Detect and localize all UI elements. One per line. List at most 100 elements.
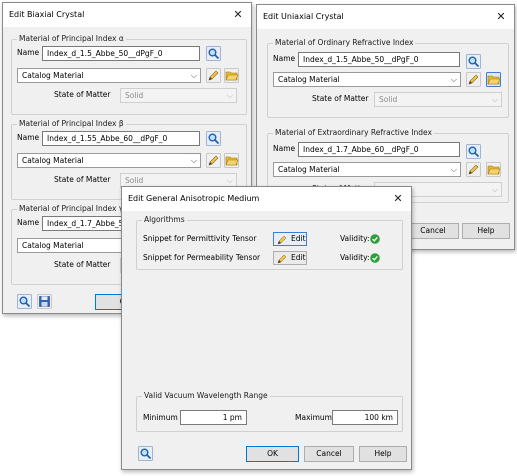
edit-button[interactable]: [206, 68, 221, 83]
state-of-matter-combo: Solid ⌵: [374, 92, 502, 107]
catalog-combo-value: Catalog Material: [278, 165, 340, 174]
search-button[interactable]: [138, 446, 153, 461]
chevron-down-icon: ⌵: [190, 71, 197, 80]
name-label: Name: [273, 144, 296, 153]
edit-permittivity-label: Edit: [291, 234, 306, 243]
chevron-down-icon: ⌵: [491, 95, 498, 104]
biaxial-group-gamma-title: Material of Principal Index γ: [17, 204, 126, 213]
help-button[interactable]: Help: [359, 446, 407, 462]
name-input[interactable]: Index_d_1.5_Abbe_50__dPgF_0: [42, 46, 200, 61]
name-label: Name: [17, 133, 40, 142]
folder-icon: [486, 72, 501, 87]
biaxial-close-button[interactable]: ✕: [225, 3, 251, 27]
cancel-button[interactable]: Cancel: [407, 223, 459, 239]
uniaxial-group-ordinary-title: Material of Ordinary Refractive Index: [273, 38, 416, 47]
open-folder-button[interactable]: [224, 68, 239, 83]
catalog-combo[interactable]: Catalog Material ⌵: [273, 72, 461, 87]
uniaxial-group-ordinary: Material of Ordinary Refractive Index Na…: [267, 38, 509, 118]
pencil-icon: [277, 254, 287, 264]
biaxial-title: Edit Biaxial Crystal: [9, 10, 85, 19]
chevron-down-icon: ⌵: [190, 156, 197, 165]
magnifier-icon: [206, 131, 221, 146]
biaxial-group-alpha-title: Material of Principal Index α: [17, 34, 126, 43]
maximum-label: Maximum: [295, 413, 332, 422]
chevron-down-icon: ⌵: [226, 91, 233, 100]
chevron-down-icon: ⌵: [491, 185, 498, 194]
state-of-matter-label: State of Matter: [54, 175, 111, 184]
algorithms-title: Algorithms: [142, 215, 187, 224]
search-button[interactable]: [206, 131, 221, 146]
chevron-down-icon: ⌵: [450, 165, 457, 174]
magnifier-icon: [206, 46, 221, 61]
check-circle-icon: [370, 234, 380, 244]
biaxial-group-alpha: Material of Principal Index α Name Index…: [11, 34, 247, 115]
uniaxial-close-button[interactable]: ✕: [488, 5, 514, 29]
magnifier-icon: [17, 294, 32, 309]
uniaxial-titlebar: Edit Uniaxial Crystal ✕: [257, 5, 514, 29]
open-folder-button[interactable]: [486, 72, 501, 87]
name-input[interactable]: Index_d_1.5_Abbe_50__dPgF_0: [298, 52, 460, 67]
name-input[interactable]: Index_d_1.7_Abbe_60__dPgF_0: [298, 142, 460, 157]
name-label: Name: [273, 54, 296, 63]
search-button[interactable]: [17, 294, 32, 309]
anisotropic-dialog: Edit General Anisotropic Medium ✕ Algori…: [121, 186, 412, 470]
state-of-matter-value: Solid: [379, 95, 398, 104]
search-button[interactable]: [466, 144, 481, 159]
anisotropic-close-button[interactable]: ✕: [385, 187, 411, 211]
permeability-validity-label: Validity:: [340, 253, 370, 262]
pencil-icon: [277, 235, 287, 245]
state-of-matter-value: Solid: [125, 176, 144, 185]
catalog-combo-value: Catalog Material: [22, 71, 84, 80]
edit-permeability-button[interactable]: Edit: [273, 251, 307, 265]
state-of-matter-value: Solid: [125, 91, 144, 100]
minimum-input[interactable]: 1 pm: [180, 410, 247, 425]
cancel-button[interactable]: Cancel: [304, 446, 354, 462]
biaxial-group-beta-title: Material of Principal Index β: [17, 119, 126, 128]
open-folder-button[interactable]: [486, 162, 501, 177]
pencil-icon: [466, 162, 481, 177]
chevron-down-icon: ⌵: [450, 75, 457, 84]
edit-permittivity-button[interactable]: Edit: [273, 232, 307, 246]
uniaxial-group-extraordinary-title: Material of Extraordinary Refractive Ind…: [273, 128, 434, 137]
edit-button[interactable]: [206, 153, 221, 168]
name-label: Name: [17, 218, 40, 227]
open-folder-button[interactable]: [224, 153, 239, 168]
state-of-matter-label: State of Matter: [54, 260, 111, 269]
folder-icon: [486, 162, 501, 177]
catalog-combo[interactable]: Catalog Material ⌵: [273, 162, 461, 177]
magnifier-icon: [138, 446, 153, 461]
wavelength-range-group: Valid Vacuum Wavelength Range Minimum 1 …: [136, 391, 403, 432]
algorithms-group: Algorithms Snippet for Permittivity Tens…: [136, 215, 403, 270]
anisotropic-title: Edit General Anisotropic Medium: [128, 194, 260, 203]
minimum-label: Minimum: [143, 413, 178, 422]
maximum-input[interactable]: 100 km: [332, 410, 398, 425]
name-label: Name: [17, 48, 40, 57]
edit-button[interactable]: [466, 162, 481, 177]
state-of-matter-label: State of Matter: [54, 90, 111, 99]
catalog-combo[interactable]: Catalog Material ⌵: [17, 68, 201, 83]
state-of-matter-label: State of Matter: [312, 94, 369, 103]
edit-permeability-label: Edit: [291, 253, 306, 262]
catalog-combo-value: Catalog Material: [22, 156, 84, 165]
save-button[interactable]: [37, 294, 52, 309]
permittivity-snippet-label: Snippet for Permittivity Tensor: [143, 234, 257, 243]
search-button[interactable]: [466, 54, 481, 69]
catalog-combo[interactable]: Catalog Material ⌵: [17, 153, 201, 168]
biaxial-titlebar: Edit Biaxial Crystal ✕: [3, 3, 251, 27]
folder-icon: [224, 153, 239, 168]
search-button[interactable]: [206, 46, 221, 61]
pencil-icon: [206, 68, 221, 83]
magnifier-icon: [466, 144, 481, 159]
ok-button[interactable]: OK: [246, 446, 299, 462]
catalog-combo-value: Catalog Material: [22, 241, 84, 250]
uniaxial-title: Edit Uniaxial Crystal: [263, 12, 344, 21]
catalog-combo-value: Catalog Material: [278, 75, 340, 84]
permeability-snippet-label: Snippet for Permeability Tensor: [143, 253, 261, 262]
help-button[interactable]: Help: [462, 223, 510, 239]
folder-icon: [224, 68, 239, 83]
wavelength-range-title: Valid Vacuum Wavelength Range: [142, 391, 270, 400]
pencil-icon: [466, 72, 481, 87]
check-circle-icon: [370, 253, 380, 263]
name-input[interactable]: Index_d_1.55_Abbe_60__dPgF_0: [42, 131, 200, 146]
edit-button[interactable]: [466, 72, 481, 87]
